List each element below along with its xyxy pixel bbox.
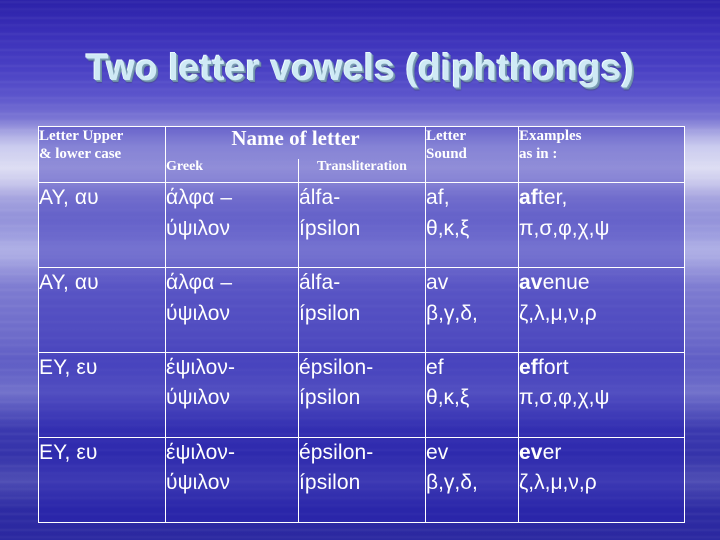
header-as-in: as in : [519,146,558,163]
greek-name-line2: ύψιλον [166,386,231,410]
header-letter-upper: Letter Upper [39,128,124,144]
cell-letter-case: ΑΥ, αυ [38,182,166,269]
table-row: ΑΥ, αυ άλφα – ύψιλον álfa- ípsilon af, θ… [38,182,686,269]
header-cell-letter-case: Letter Upper & lower case [38,125,166,184]
cell-transliteration: álfa- ípsilon [297,267,427,354]
transliteration-line1: álfa- [299,271,341,295]
header-cell-examples: Examples as in : [518,125,686,184]
letter-case-line1: ΕΥ, ευ [39,356,98,380]
greek-name-line1: έψιλον- [166,441,236,464]
slide-title: Two letter vowels (diphthongs) [86,47,634,88]
cell-example: after, π,σ,φ,χ,ψ [518,182,686,269]
greek-name-line2: ύψιλον [166,471,231,495]
transliteration-line1: álfa- [299,186,341,210]
example-line2: ζ,λ,μ,ν,ρ [519,471,597,495]
header-cell-letter-sound: Letter Sound [425,125,520,184]
letter-case-line1: ΕΥ, ευ [39,441,98,464]
example-bold-part: af [519,186,538,210]
transliteration-line1: épsilon- [299,441,374,464]
example-line1: avenue [519,268,684,298]
subheader-cell-transliteration: Transliteration [297,158,427,184]
transliteration-line2: ípsilon [299,216,361,240]
greek-name-line1: έψιλον- [166,356,236,380]
transliteration-line2: ípsilon [299,301,361,325]
table-row: ΕΥ, ευ έψιλον- ύψιλον épsilon- ípsilon e… [38,437,686,523]
cell-transliteration: épsilon- ípsilon [297,352,427,438]
cell-greek-name: άλφα – ύψιλον [165,267,299,354]
letter-sound-line1: ef [426,356,444,380]
header-cell-name-of-letter: Name of letter [164,125,427,159]
cell-letter-case: ΕΥ, ευ [38,437,166,523]
cell-greek-name: άλφα – ύψιλον [165,182,299,269]
example-line1: ever [519,438,684,468]
letter-sound-line1: av [426,271,449,295]
example-bold-part: av [519,271,543,295]
cell-transliteration: álfa- ípsilon [297,182,427,269]
header-lower-case: & lower case [39,146,122,163]
header-sound: Sound [426,146,467,163]
header-name-of-letter: Name of letter [231,126,360,150]
cell-letter-sound: av β,γ,δ, [425,267,520,354]
example-rest-part: enue [542,271,590,295]
table-header-row: Letter Upper & lower case Name of letter… [38,125,686,184]
cell-letter-case: ΑΥ, αυ [38,267,166,354]
example-line1: after, [519,183,684,213]
vowels-table-wrapper: Letter Upper & lower case Name of letter… [38,125,686,523]
example-bold-part: ef [519,356,538,380]
cell-example: avenue ζ,λ,μ,ν,ρ [518,267,686,354]
transliteration-line2: ípsilon [299,471,361,495]
letter-case-line1: ΑΥ, αυ [39,186,99,210]
greek-name-line1: άλφα – [166,271,233,295]
letter-sound-line2: β,γ,δ, [426,471,478,495]
subheader-greek: Greek [166,158,204,174]
letter-sound-line2: θ,κ,ξ [426,216,470,240]
cell-example: ever ζ,λ,μ,ν,ρ [518,437,686,523]
table-row: ΕΥ, ευ έψιλον- ύψιλον épsilon- ípsilon e… [38,352,686,438]
greek-name-line1: άλφα – [166,186,233,210]
letter-case-line1: ΑΥ, αυ [39,271,99,295]
cell-greek-name: έψιλον- ύψιλον [165,437,299,523]
cell-letter-sound: ev β,γ,δ, [425,437,520,523]
subheader-cell-greek: Greek [165,158,299,184]
example-rest-part: er [542,441,562,464]
greek-name-line2: ύψιλον [166,301,231,325]
diphthongs-table: Letter Upper & lower case Name of letter… [38,125,686,523]
header-letter: Letter [426,128,466,144]
greek-name-line2: ύψιλον [166,216,231,240]
transliteration-line2: ípsilon [299,386,361,410]
letter-sound-line1: af, [426,186,450,210]
letter-sound-line2: θ,κ,ξ [426,386,470,410]
letter-sound-line2: β,γ,δ, [426,301,478,325]
example-line2: ζ,λ,μ,ν,ρ [519,301,597,325]
example-line2: π,σ,φ,χ,ψ [519,386,610,410]
cell-transliteration: épsilon- ípsilon [297,437,427,523]
example-line1: effort [519,353,684,383]
example-rest-part: fort [537,356,569,380]
letter-sound-line1: ev [426,441,449,464]
subheader-transliteration: Transliteration [317,158,407,174]
transliteration-line1: épsilon- [299,356,374,380]
example-line2: π,σ,φ,χ,ψ [519,216,610,240]
header-examples: Examples [519,128,582,144]
cell-letter-sound: af, θ,κ,ξ [425,182,520,269]
cell-example: effort π,σ,φ,χ,ψ [518,352,686,438]
example-rest-part: ter, [537,186,568,210]
slide-canvas: Two letter vowels (diphthongs) Letter Up… [0,0,720,540]
cell-greek-name: έψιλον- ύψιλον [165,352,299,438]
cell-letter-case: ΕΥ, ευ [38,352,166,438]
table-row: ΑΥ, αυ άλφα – ύψιλον álfa- ípsilon av β,… [38,267,686,354]
cell-letter-sound: ef θ,κ,ξ [425,352,520,438]
example-bold-part: ev [519,441,543,464]
